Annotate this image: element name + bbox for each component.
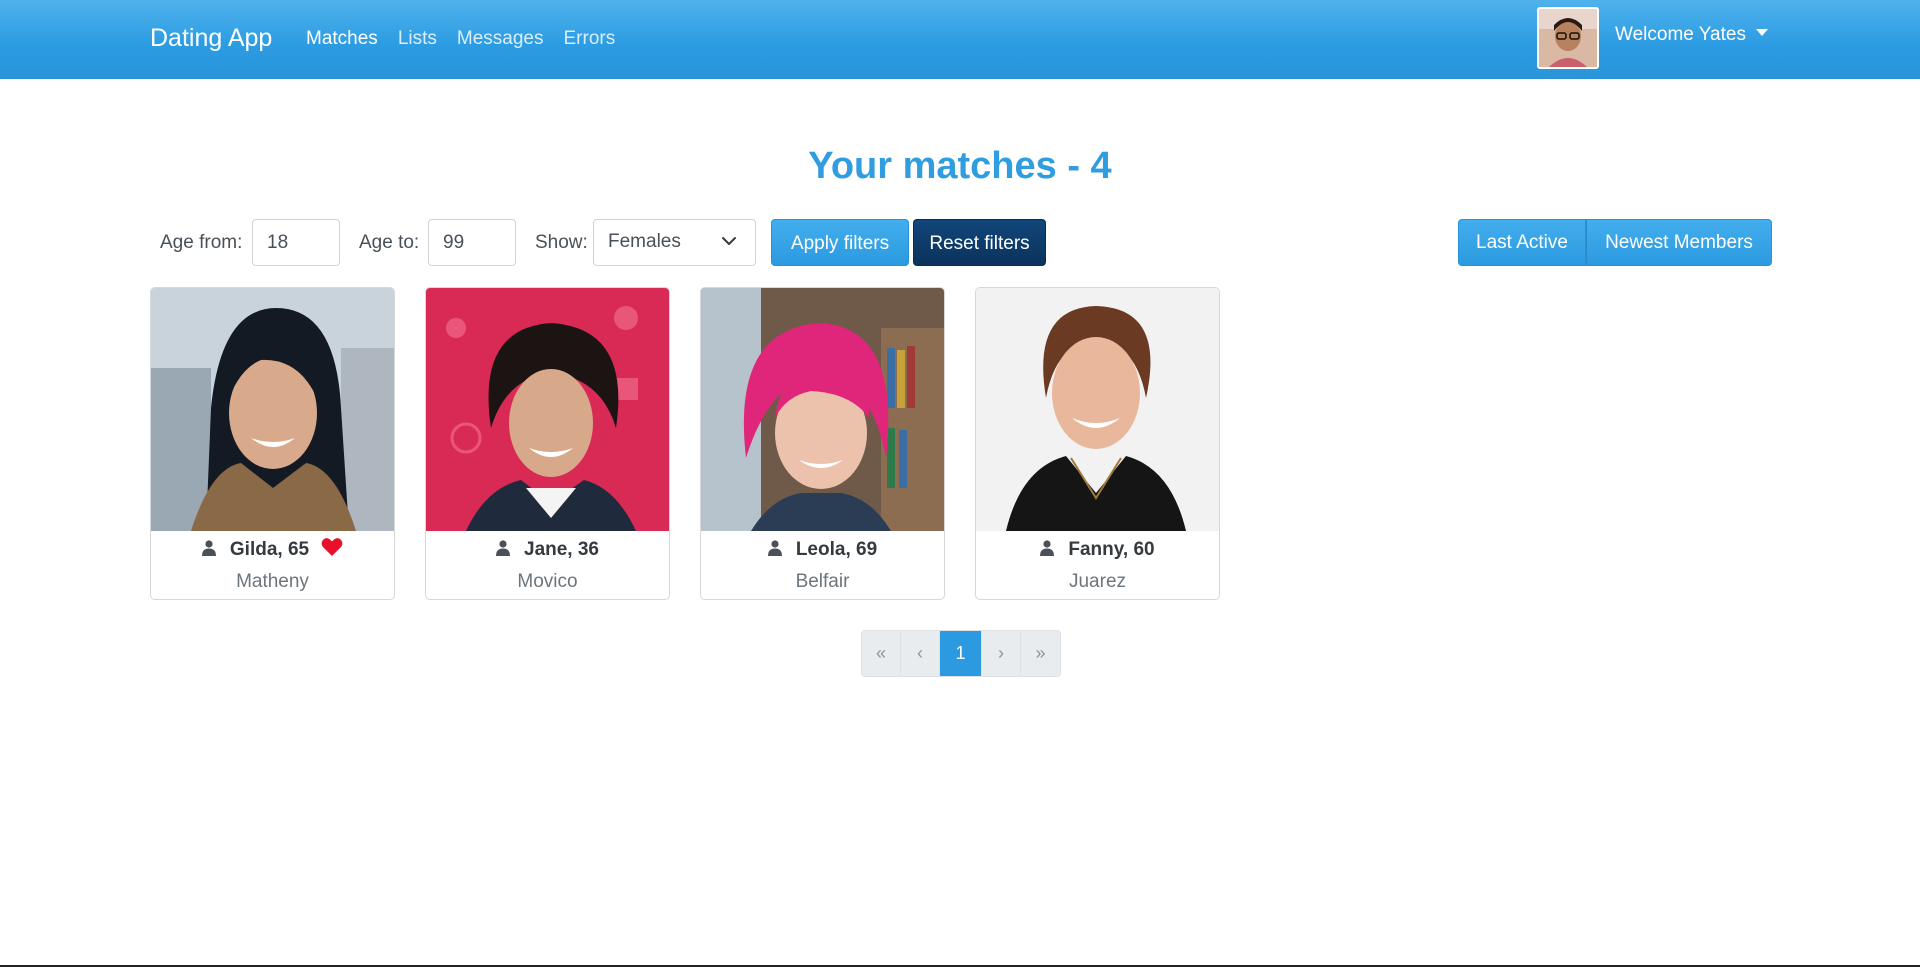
- apply-filters-button[interactable]: Apply filters: [771, 219, 909, 266]
- age-to-label: Age to:: [359, 232, 420, 253]
- user-menu-toggle[interactable]: Welcome Yates: [1615, 22, 1768, 48]
- member-name-age: Gilda, 65: [229, 539, 310, 560]
- age-from-label: Age from:: [160, 232, 243, 253]
- page-current-button[interactable]: 1: [940, 631, 982, 676]
- nav-link-lists[interactable]: Lists: [398, 26, 437, 52]
- gender-select[interactable]: Females: [593, 219, 756, 266]
- heart-icon[interactable]: [321, 537, 343, 557]
- gender-select-value: Females: [608, 231, 681, 252]
- page-last-button[interactable]: »: [1021, 631, 1060, 676]
- member-name-row: Fanny, 60: [976, 537, 1219, 563]
- nav-links: Matches Lists Messages Errors: [306, 26, 615, 52]
- user-icon: [767, 540, 782, 556]
- show-label: Show:: [535, 232, 588, 253]
- member-name-age: Leola, 69: [795, 539, 878, 560]
- nav-link-errors[interactable]: Errors: [564, 26, 616, 52]
- user-icon: [496, 540, 510, 556]
- member-photo: [976, 288, 1219, 531]
- member-photo: [426, 288, 669, 531]
- user-icon: [1040, 540, 1055, 556]
- navbar: Dating App Matches Lists Messages Errors…: [0, 0, 1920, 79]
- member-photo: [151, 288, 394, 531]
- member-card[interactable]: Jane, 36 Movico: [425, 287, 670, 600]
- member-city: Juarez: [1068, 571, 1127, 592]
- nav-link-messages[interactable]: Messages: [457, 26, 544, 52]
- member-city: Matheny: [236, 571, 309, 592]
- page-title: Your matches - 4: [808, 145, 1112, 187]
- reset-filters-button[interactable]: Reset filters: [913, 219, 1046, 266]
- page-next-button[interactable]: ›: [982, 631, 1021, 676]
- member-name-row: Gilda, 65: [151, 537, 394, 563]
- age-to-input[interactable]: [428, 219, 516, 266]
- member-card[interactable]: Fanny, 60 Juarez: [975, 287, 1220, 600]
- member-city: Movico: [517, 571, 578, 592]
- page-first-button[interactable]: «: [862, 631, 901, 676]
- newest-members-button[interactable]: Newest Members: [1586, 219, 1772, 266]
- sort-button-group: Last Active Newest Members: [1458, 219, 1772, 266]
- nav-link-matches[interactable]: Matches: [306, 26, 378, 52]
- user-avatar[interactable]: [1537, 7, 1599, 69]
- member-name-row: Jane, 36: [426, 537, 669, 563]
- caret-down-icon: [1755, 29, 1768, 37]
- member-name-row: Leola, 69: [701, 537, 944, 563]
- user-icon: [201, 540, 216, 556]
- member-card[interactable]: Leola, 69 Belfair: [700, 287, 945, 600]
- page-prev-button[interactable]: ‹: [901, 631, 940, 676]
- member-photo: [701, 288, 944, 531]
- member-name-age: Fanny, 60: [1068, 539, 1155, 560]
- brand-link[interactable]: Dating App: [150, 22, 272, 54]
- chevron-down-icon: [722, 237, 736, 245]
- member-city: Belfair: [795, 571, 850, 592]
- member-card[interactable]: Gilda, 65 Matheny: [150, 287, 395, 600]
- pagination: « ‹ 1 › »: [861, 630, 1061, 677]
- last-active-button[interactable]: Last Active: [1458, 219, 1586, 266]
- welcome-text: Welcome Yates: [1615, 24, 1746, 45]
- age-from-input[interactable]: [252, 219, 340, 266]
- member-name-age: Jane, 36: [524, 539, 599, 560]
